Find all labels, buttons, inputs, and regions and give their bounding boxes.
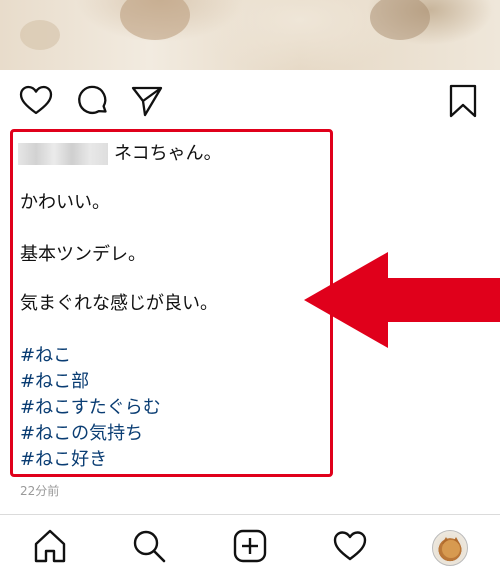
photo-detail (20, 20, 60, 50)
bottom-nav-divider (0, 514, 500, 515)
hashtag-link[interactable]: #ねこ部 (20, 371, 89, 393)
caption-line: 気まぐれな感じが良い。 (20, 293, 218, 314)
share-icon[interactable] (130, 84, 164, 118)
avatar-detail (442, 540, 460, 558)
search-icon[interactable] (131, 528, 167, 564)
red-arrow-annotation (304, 252, 500, 348)
post-timestamp: 22分前 (20, 484, 60, 498)
caption-line: 基本ツンデレ。 (20, 244, 146, 265)
hashtag-link[interactable]: #ねこ (20, 345, 71, 367)
add-post-icon[interactable] (232, 528, 268, 564)
blurred-username[interactable] (18, 143, 108, 165)
hashtag-link[interactable]: #ねこすたぐらむ (20, 397, 161, 419)
activity-icon[interactable] (332, 528, 368, 564)
comment-icon[interactable] (76, 84, 110, 118)
photo-detail (370, 0, 430, 40)
home-icon[interactable] (32, 528, 68, 564)
bottom-navigation (0, 528, 500, 568)
bookmark-icon[interactable] (446, 84, 480, 118)
hashtag-link[interactable]: #ねこ好き (20, 449, 107, 471)
hashtag-link[interactable]: #ねこの気持ち (20, 423, 143, 445)
caption-line: かわいい。 (20, 192, 110, 213)
heart-icon[interactable] (19, 84, 53, 118)
post-photo[interactable] (0, 0, 500, 70)
photo-detail (120, 0, 190, 40)
post-action-bar (0, 84, 500, 120)
caption-first-line: ネコちゃん。 (114, 143, 222, 164)
profile-avatar[interactable] (432, 530, 468, 566)
